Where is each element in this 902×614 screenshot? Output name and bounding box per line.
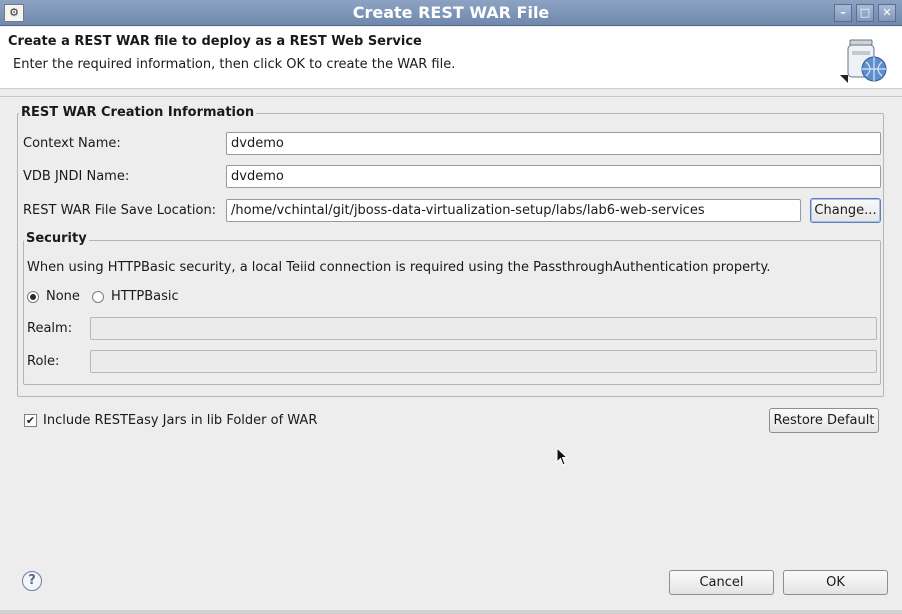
none-radio-label[interactable]: None (46, 289, 80, 304)
include-resteasy-checkbox[interactable]: ✔ (24, 414, 37, 427)
role-label: Role: (27, 354, 60, 369)
security-group-title: Security (24, 231, 89, 246)
save-location-field[interactable]: /home/vchintal/git/jboss-data-virtualiza… (226, 199, 801, 222)
context-name-label: Context Name: (23, 136, 121, 151)
none-radio[interactable] (27, 291, 39, 303)
rest-war-wizard-icon (840, 39, 887, 83)
vdb-jndi-name-label: VDB JNDI Name: (23, 169, 130, 184)
rest-war-info-group-title: REST WAR Creation Information (19, 105, 257, 120)
httpbasic-radio[interactable] (92, 291, 104, 303)
maximize-icon[interactable]: □ (856, 4, 874, 22)
cancel-button[interactable]: Cancel (669, 570, 774, 595)
role-field (90, 350, 877, 373)
security-note: When using HTTPBasic security, a local T… (27, 260, 771, 275)
wizard-header: Create a REST WAR file to deploy as a RE… (0, 27, 902, 89)
ok-button[interactable]: OK (783, 570, 888, 595)
mouse-cursor-icon (556, 447, 568, 466)
vdb-jndi-name-field[interactable]: dvdemo (226, 165, 881, 188)
httpbasic-radio-label[interactable]: HTTPBasic (111, 289, 179, 304)
change-location-button[interactable]: Change... (810, 198, 881, 223)
realm-field (90, 317, 877, 340)
restore-default-button[interactable]: Restore Default (769, 408, 879, 433)
minimize-icon[interactable]: – (834, 4, 852, 22)
window-bottom-edge (0, 610, 902, 614)
window-titlebar[interactable]: ⚙ Create REST WAR File – □ ✕ (0, 0, 902, 26)
realm-label: Realm: (27, 321, 73, 336)
include-resteasy-label[interactable]: Include RESTEasy Jars in lib Folder of W… (43, 413, 317, 428)
save-location-label: REST WAR File Save Location: (23, 203, 217, 218)
window-title: Create REST WAR File (352, 3, 550, 22)
help-icon[interactable]: ? (22, 571, 42, 591)
header-title: Create a REST WAR file to deploy as a RE… (8, 34, 422, 49)
header-description: Enter the required information, then cli… (13, 57, 456, 72)
header-separator (0, 96, 902, 97)
context-name-field[interactable]: dvdemo (226, 132, 881, 155)
close-icon[interactable]: ✕ (878, 4, 896, 22)
